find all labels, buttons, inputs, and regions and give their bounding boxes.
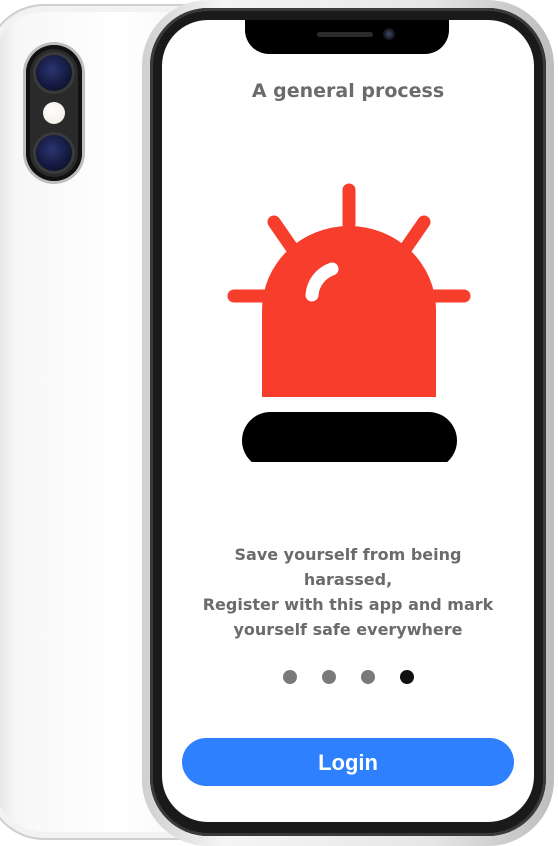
phone-screen: A general process Save yourself from bei… bbox=[162, 20, 534, 822]
message-line: Register with this app and mark bbox=[202, 595, 494, 614]
message-line: yourself safe everywhere bbox=[233, 620, 463, 639]
siren-alarm-icon bbox=[227, 183, 471, 462]
onboarding-message: Save yourself from being harassed, Regis… bbox=[198, 542, 498, 642]
speaker-grille bbox=[317, 32, 373, 37]
login-button[interactable]: Login bbox=[182, 738, 514, 786]
camera-lens-icon bbox=[36, 55, 72, 91]
page-dot-1[interactable] bbox=[282, 670, 297, 684]
page-indicator bbox=[162, 670, 534, 684]
rear-camera-module bbox=[26, 45, 82, 181]
siren-dome bbox=[262, 226, 436, 397]
page-dot-4-active[interactable] bbox=[399, 670, 414, 684]
siren-ray bbox=[267, 215, 299, 255]
onboarding-title: A general process bbox=[251, 80, 445, 102]
phone-front-frame: A general process Save yourself from bei… bbox=[142, 0, 554, 846]
siren-base bbox=[242, 412, 457, 462]
message-line: Save yourself from being harassed, bbox=[234, 545, 462, 589]
camera-lens-icon bbox=[36, 135, 72, 171]
siren-ray bbox=[399, 215, 431, 255]
page-dot-2[interactable] bbox=[321, 670, 336, 684]
page-dot-3[interactable] bbox=[360, 670, 375, 684]
front-camera-icon bbox=[383, 28, 395, 40]
phone-notch bbox=[245, 20, 449, 54]
camera-flash-icon bbox=[43, 102, 65, 124]
